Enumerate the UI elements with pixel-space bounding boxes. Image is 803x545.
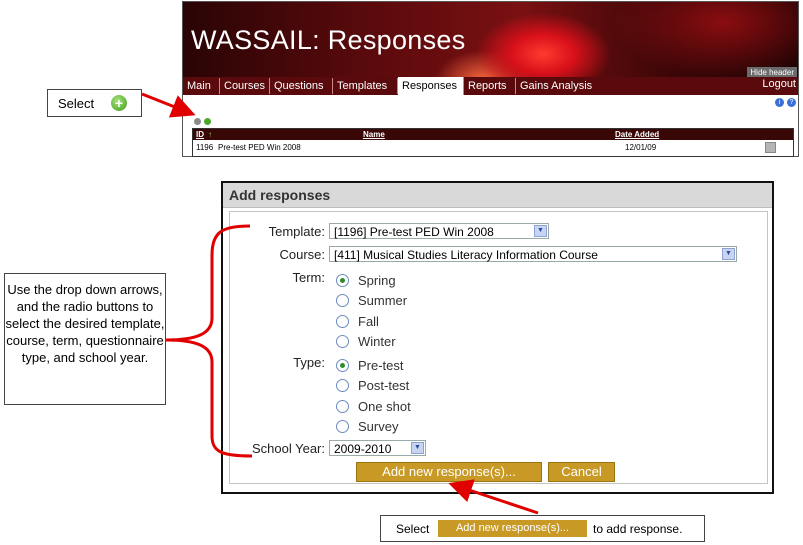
select-arrow — [141, 92, 196, 118]
form-brace — [165, 224, 253, 458]
add-button-arrow — [448, 479, 539, 515]
annotation-arrows — [141, 92, 539, 515]
